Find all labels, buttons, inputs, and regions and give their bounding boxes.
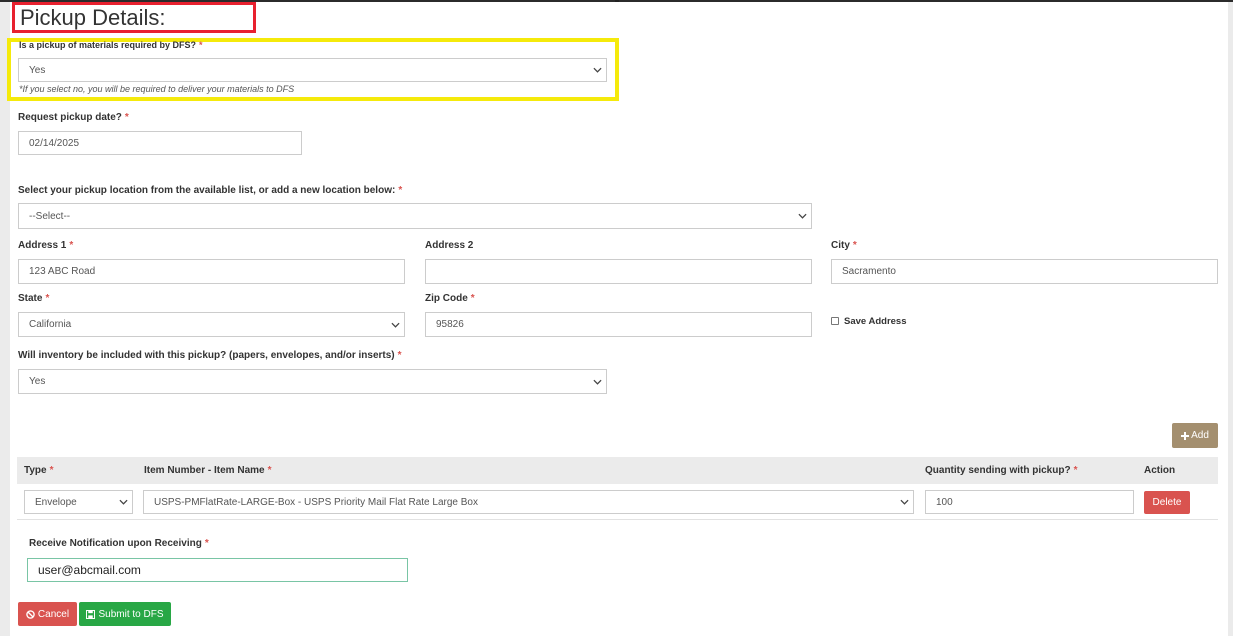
delete-row-button[interactable]: Delete [1144, 491, 1190, 514]
required-asterisk: * [267, 465, 272, 476]
pickup-location-value: --Select-- [29, 210, 71, 222]
required-asterisk: * [49, 465, 54, 476]
address2-label: Address 2 [425, 240, 474, 251]
ban-icon [26, 609, 35, 619]
required-asterisk: * [69, 240, 74, 251]
pickup-location-select[interactable]: --Select-- [18, 203, 812, 229]
row-type-select[interactable]: Envelope [24, 490, 133, 514]
city-label-text: City [831, 240, 850, 251]
inventory-label: Will inventory be included with this pic… [18, 350, 402, 361]
zip-value: 95826 [436, 319, 464, 330]
submit-button-label: Submit to DFS [98, 608, 164, 620]
address1-value: 123 ABC Road [29, 266, 96, 277]
save-icon [86, 609, 96, 619]
items-table-header: Type * Item Number - Item Name * Quantity … [17, 457, 1218, 484]
required-asterisk: * [397, 350, 402, 361]
required-asterisk: * [204, 538, 209, 549]
address1-label: Address 1 * [18, 240, 73, 251]
save-address-checkbox[interactable] [831, 317, 839, 325]
inventory-select[interactable]: Yes [18, 369, 607, 394]
pickup-details-panel: Pickup Details: Is a pickup of materials… [7, 2, 1228, 636]
required-asterisk: * [199, 40, 203, 50]
quantity-header-text: Quantity sending with pickup? [925, 465, 1071, 476]
state-label: State * [18, 293, 49, 304]
zip-input[interactable]: 95826 [425, 312, 812, 337]
zip-label: Zip Code * [425, 293, 475, 304]
zip-label-text: Zip Code [425, 293, 468, 304]
pickup-location-label-text: Select your pickup location from the ava… [18, 185, 396, 196]
item-header-text: Item Number - Item Name [144, 465, 265, 476]
type-header-text: Type [24, 465, 47, 476]
chevron-down-icon [114, 499, 132, 505]
state-value: California [29, 319, 72, 330]
row-item-select[interactable]: USPS-PMFlatRate-LARGE-Box - USPS Priorit… [143, 490, 914, 514]
submit-button[interactable]: Submit to DFS [79, 602, 171, 626]
pickup-required-value: Yes [29, 64, 46, 76]
city-value: Sacramento [842, 266, 896, 277]
chevron-down-icon [793, 213, 811, 219]
type-column-header: Type * [24, 465, 54, 476]
pickup-date-value: 02/14/2025 [29, 137, 80, 149]
chevron-down-icon [386, 322, 404, 328]
row-item-value: USPS-PMFlatRate-LARGE-Box - USPS Priorit… [154, 496, 478, 508]
notification-label-text: Receive Notification upon Receiving [29, 538, 202, 549]
city-label: City * [831, 240, 857, 251]
required-asterisk: * [470, 293, 475, 304]
required-asterisk: * [45, 293, 50, 304]
action-column-header: Action [1144, 465, 1176, 476]
add-item-button-label: Add [1191, 430, 1209, 441]
state-label-text: State [18, 293, 43, 304]
required-asterisk: * [852, 240, 857, 251]
required-asterisk: * [124, 112, 129, 123]
cancel-button-label: Cancel [37, 608, 70, 620]
row-type-value: Envelope [35, 496, 77, 508]
inventory-value: Yes [29, 376, 46, 387]
page-title: Pickup Details: [20, 5, 166, 30]
quantity-column-header: Quantity sending with pickup? * [925, 465, 1077, 476]
pickup-date-label-text: Request pickup date? [18, 112, 122, 123]
chevron-down-icon [895, 499, 913, 505]
item-column-header: Item Number - Item Name * [144, 465, 272, 476]
address1-label-text: Address 1 [18, 240, 67, 251]
table-row: Envelope USPS-PMFlatRate-LARGE-Box - USP… [17, 484, 1218, 520]
add-item-button[interactable]: Add [1172, 423, 1218, 448]
pickup-required-label: Is a pickup of materials required by DFS… [19, 40, 203, 50]
notification-email-input[interactable]: user@abcmail.com [27, 558, 408, 582]
address1-input[interactable]: 123 ABC Road [18, 259, 405, 284]
address2-input[interactable] [425, 259, 812, 284]
inventory-label-text: Will inventory be included with this pic… [18, 350, 395, 361]
notification-email-value: user@abcmail.com [38, 563, 141, 577]
chevron-down-icon [588, 379, 606, 385]
state-select[interactable]: California [18, 312, 405, 337]
save-address-label[interactable]: Save Address [844, 316, 907, 327]
plus-icon [1181, 431, 1190, 440]
pickup-location-label: Select your pickup location from the ava… [18, 185, 402, 196]
pickup-date-label: Request pickup date? * [18, 112, 129, 123]
pickup-required-label-text: Is a pickup of materials required by DFS… [19, 40, 197, 50]
city-input[interactable]: Sacramento [831, 259, 1218, 284]
required-asterisk: * [1073, 465, 1078, 476]
row-quantity-input[interactable]: 100 [925, 490, 1134, 514]
cancel-button[interactable]: Cancel [18, 602, 77, 626]
required-asterisk: * [398, 185, 403, 196]
chevron-down-icon [588, 67, 606, 73]
pickup-required-select[interactable]: Yes [18, 58, 607, 82]
pickup-date-input[interactable]: 02/14/2025 [18, 131, 302, 155]
notification-label: Receive Notification upon Receiving * [29, 538, 209, 549]
row-quantity-value: 100 [936, 496, 953, 508]
pickup-required-help-text: *If you select no, you will be required … [19, 84, 295, 94]
